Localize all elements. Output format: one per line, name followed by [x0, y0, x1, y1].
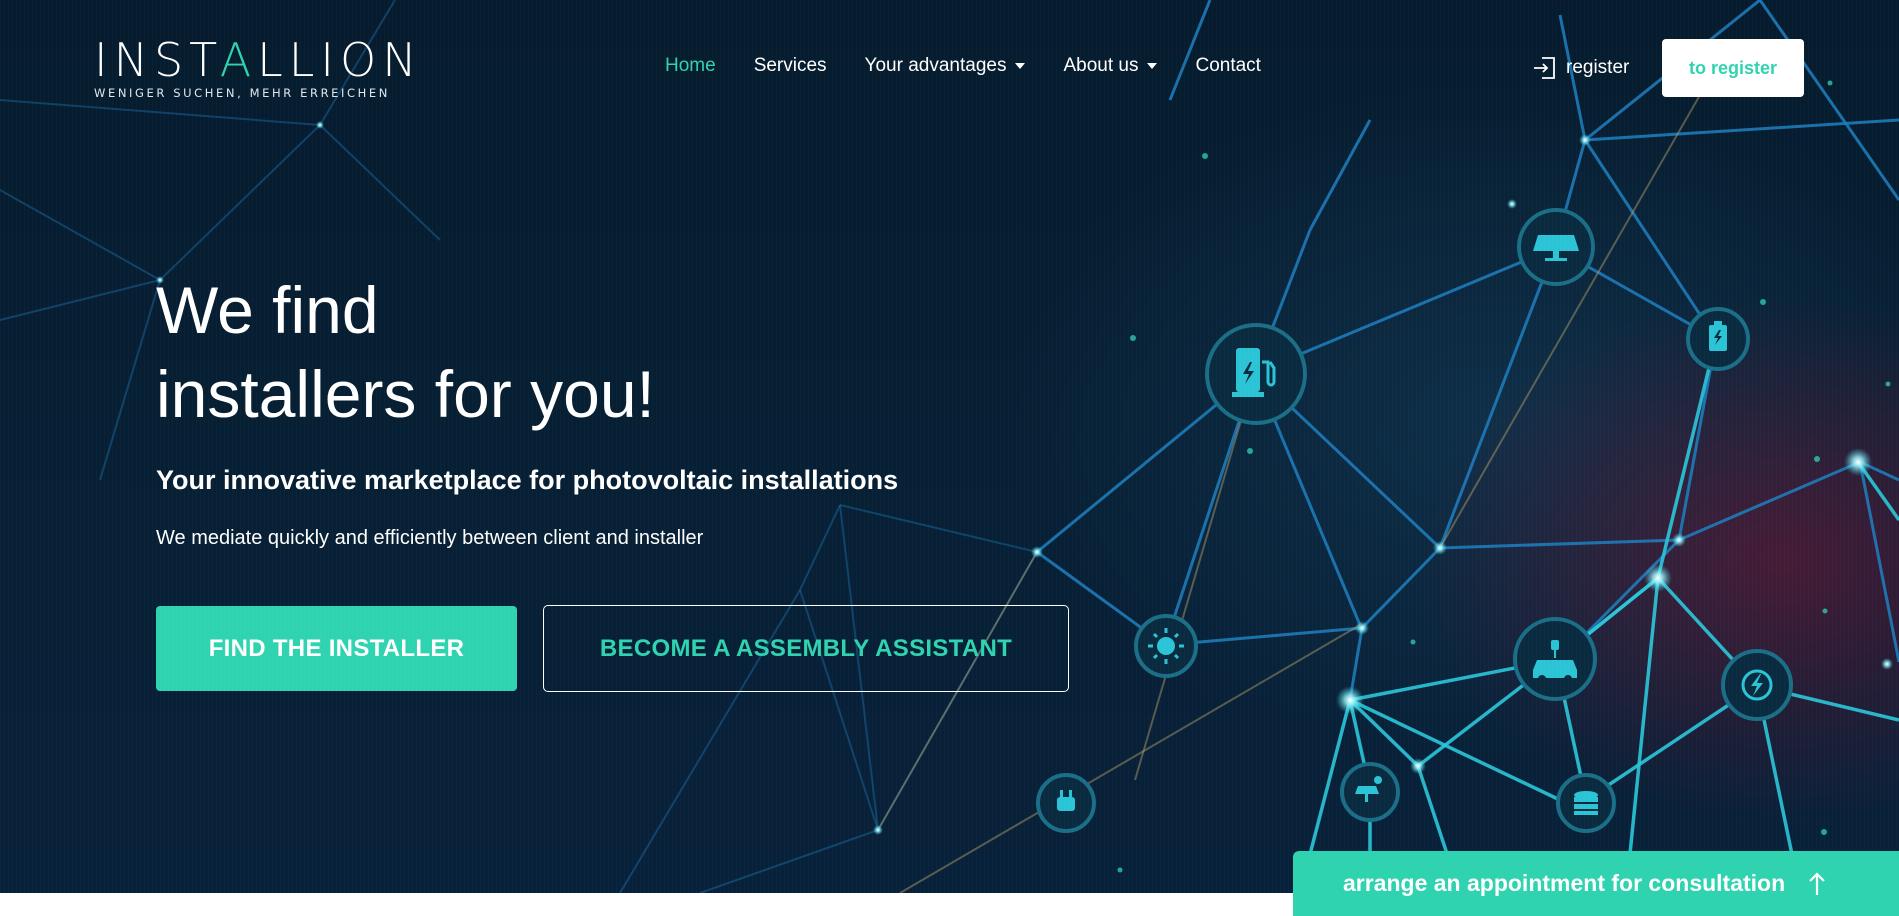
nav-item-services[interactable]: Services	[754, 55, 827, 77]
nav-item-your-advantages[interactable]: Your advantages	[865, 55, 1026, 77]
storage-icon	[1556, 773, 1616, 833]
logo-wordmark: INSTALLION	[94, 33, 423, 87]
logo[interactable]: INSTALLION WENIGER SUCHEN, MEHR ERREICHE…	[94, 36, 423, 100]
chevron-down-icon	[1015, 63, 1026, 69]
find-installer-button[interactable]: FIND THE INSTALLER	[156, 606, 517, 691]
network-background	[0, 0, 1899, 893]
nav-item-home[interactable]: Home	[665, 55, 716, 77]
electric-car-icon	[1513, 617, 1597, 701]
nav-item-contact[interactable]: Contact	[1195, 55, 1260, 77]
logo-tagline: WENIGER SUCHEN, MEHR ERREICHEN	[94, 86, 390, 100]
hero-subtitle: Your innovative marketplace for photovol…	[156, 465, 899, 495]
hero-section: INSTALLION WENIGER SUCHEN, MEHR ERREICHE…	[0, 0, 1899, 893]
nav-item-about-us[interactable]: About us	[1063, 55, 1158, 77]
login-icon	[1534, 57, 1555, 79]
login-link[interactable]: register	[1532, 55, 1629, 81]
consultation-button[interactable]: arrange an appointment for consultation	[1293, 851, 1899, 916]
register-button[interactable]: to register	[1662, 39, 1804, 97]
become-assistant-button[interactable]: BECOME A ASSEMBLY ASSISTANT	[543, 605, 1069, 692]
arrow-up-icon	[1809, 871, 1825, 895]
chevron-down-icon	[1147, 63, 1158, 69]
hero-description: We mediate quickly and efficiently betwe…	[156, 527, 704, 549]
hero-title: We find installers for you!	[156, 273, 655, 431]
main-nav: Home Services Your advantages About us C…	[665, 55, 1261, 77]
